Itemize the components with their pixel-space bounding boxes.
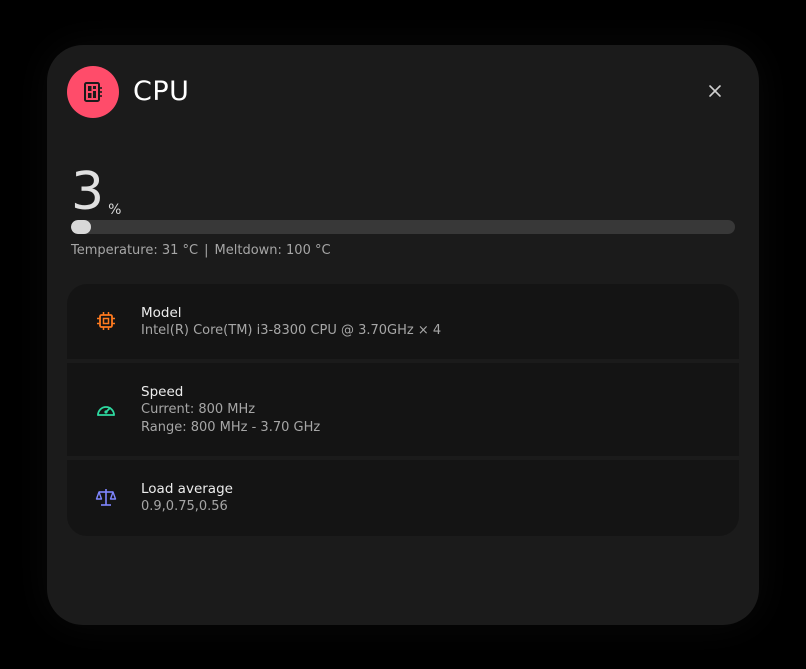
usage-bar-fill — [71, 220, 91, 234]
chip-icon — [97, 312, 115, 330]
usage-unit: % — [108, 202, 122, 218]
model-title: Model — [141, 305, 182, 321]
cpu-usage: 3 % — [71, 160, 121, 220]
cpu-dialog: CPU 3 % Temperature: 31 °C | Meltdown: 100… — [47, 45, 759, 625]
model-card-body: Model Intel(R) Core(TM) i3-8300 CPU @ 3.… — [141, 304, 441, 340]
speed-current: Current: 800 MHz — [141, 402, 256, 417]
close-icon — [709, 85, 721, 97]
load-card: Load average 0.9,0.75,0.56 — [67, 460, 739, 536]
temperature-text: Temperature: 31 °C — [71, 243, 199, 258]
balance-scale-icon — [95, 489, 117, 506]
usage-value: 3 — [71, 162, 105, 222]
temperature-info: Temperature: 31 °C | Meltdown: 100 °C — [71, 242, 331, 260]
load-title: Load average — [141, 481, 233, 497]
speedometer-icon — [97, 406, 115, 416]
cpu-board-icon — [67, 66, 119, 118]
meltdown-text: Meltdown: 100 °C — [214, 243, 331, 258]
speed-card-body: Speed Current: 800 MHz Range: 800 MHz - … — [141, 383, 320, 437]
close-button[interactable] — [702, 78, 728, 104]
speed-card: Speed Current: 800 MHz Range: 800 MHz - … — [67, 363, 739, 456]
temperature-separator: | — [204, 243, 209, 258]
model-value: Intel(R) Core(TM) i3-8300 CPU @ 3.70GHz … — [141, 323, 442, 338]
usage-bar — [71, 220, 735, 234]
speed-title: Speed — [141, 384, 184, 400]
load-card-body: Load average 0.9,0.75,0.56 — [141, 480, 233, 516]
speed-range: Range: 800 MHz - 3.70 GHz — [141, 420, 321, 435]
model-card: Model Intel(R) Core(TM) i3-8300 CPU @ 3.… — [67, 284, 739, 359]
load-value: 0.9,0.75,0.56 — [141, 499, 228, 514]
dialog-title: CPU — [133, 76, 190, 107]
